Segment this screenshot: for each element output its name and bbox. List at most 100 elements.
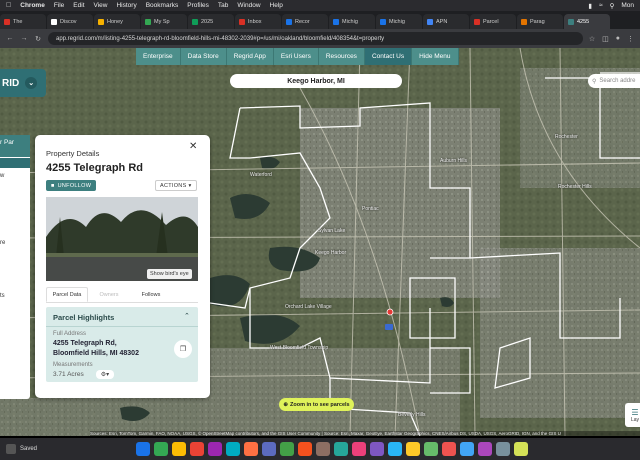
menu-help[interactable]: Help: [270, 2, 283, 9]
reload-icon[interactable]: ↻: [34, 35, 42, 43]
dock-app-icon[interactable]: [496, 442, 510, 456]
browser-tab[interactable]: Inbox: [235, 14, 281, 29]
tab-parcel-data[interactable]: Parcel Data: [46, 287, 88, 302]
unfollow-button[interactable]: ■ UNFOLLOW: [46, 180, 97, 191]
highlights-title[interactable]: Parcel Highlights: [53, 313, 114, 322]
address-search-placeholder: Search addre: [599, 78, 636, 84]
dock-app-icon[interactable]: [370, 442, 384, 456]
layers-button[interactable]: ☰ Lay: [625, 403, 640, 427]
browser-tab[interactable]: The: [0, 14, 46, 29]
forward-icon[interactable]: →: [20, 35, 28, 42]
battery-icon[interactable]: ▮: [588, 2, 592, 10]
actions-button[interactable]: ACTIONS ▾: [155, 180, 197, 191]
browser-tab[interactable]: My Sp: [141, 14, 187, 29]
browser-tab[interactable]: 4255: [564, 14, 610, 29]
side-panel-item[interactable]: w: [0, 173, 4, 179]
browser-tab[interactable]: Michig: [376, 14, 422, 29]
topnav-item[interactable]: Enterprise: [136, 48, 181, 65]
topnav-item[interactable]: Contact Us: [364, 48, 413, 65]
browser-tab[interactable]: Michig: [329, 14, 375, 29]
dock-app-icon[interactable]: [154, 442, 168, 456]
chevron-up-icon[interactable]: ⌃: [184, 312, 190, 320]
dock-app-icon[interactable]: [226, 442, 240, 456]
browser-tab[interactable]: 2025: [188, 14, 234, 29]
dock-app-icon[interactable]: [136, 442, 150, 456]
menu-app-name[interactable]: Chrome: [20, 2, 45, 9]
menu-view[interactable]: View: [94, 2, 108, 9]
browser-tab[interactable]: Parag: [517, 14, 563, 29]
copy-icon[interactable]: ❐: [174, 340, 192, 358]
clock-label[interactable]: Mon: [621, 2, 634, 9]
topnav-item[interactable]: Resources: [319, 48, 365, 65]
topnav-item[interactable]: Regrid App: [227, 48, 274, 65]
browser-tab[interactable]: APN: [423, 14, 469, 29]
side-panel-item[interactable]: ts: [0, 293, 5, 299]
dock-app-icon[interactable]: [172, 442, 186, 456]
back-icon[interactable]: ←: [6, 35, 14, 42]
menu-history[interactable]: History: [116, 2, 136, 9]
extensions-icon[interactable]: ◫: [602, 35, 609, 43]
profile-icon[interactable]: ●: [616, 35, 620, 43]
tab-favicon-icon: [568, 18, 574, 25]
dock-app-icon[interactable]: [406, 442, 420, 456]
dock-app-icon[interactable]: [388, 442, 402, 456]
dock-app-icon[interactable]: [442, 442, 456, 456]
map-label-auburn-hills: Auburn Hills: [440, 158, 467, 164]
menu-window[interactable]: Window: [237, 2, 260, 9]
tab-favicon-icon: [239, 18, 245, 25]
menu-file[interactable]: File: [54, 2, 64, 9]
tab-owners[interactable]: Owners: [88, 287, 130, 302]
dock-app-icon[interactable]: [208, 442, 222, 456]
topnav-item[interactable]: Data Store: [181, 48, 227, 65]
dock-app-icon[interactable]: [334, 442, 348, 456]
dock-app-icon[interactable]: [244, 442, 258, 456]
dock-app-icon[interactable]: [190, 442, 204, 456]
dock-app-icon[interactable]: [514, 442, 528, 456]
regrid-logo[interactable]: RID ⌄: [0, 69, 46, 97]
location-search[interactable]: Keego Harbor, MI: [230, 74, 402, 88]
tab-follows[interactable]: Follows: [130, 287, 172, 302]
tab-favicon-icon: [521, 18, 527, 25]
wifi-icon[interactable]: ≈: [599, 2, 603, 9]
tab-favicon-icon: [98, 18, 104, 25]
address-search-input[interactable]: ⚲ Search addre: [588, 74, 640, 88]
menu-tab[interactable]: Tab: [218, 2, 228, 9]
tab-label: 4255: [577, 18, 590, 25]
gear-icon[interactable]: ⚙▾: [96, 370, 114, 379]
close-icon[interactable]: ✕: [189, 141, 197, 152]
browser-tab[interactable]: Honey: [94, 14, 140, 29]
url-field[interactable]: app.regrid.com/m/listing-4255-telegraph-…: [48, 32, 583, 45]
menu-edit[interactable]: Edit: [73, 2, 84, 9]
zoom-to-parcels-button[interactable]: ⊕ Zoom in to see parcels: [279, 398, 354, 411]
dock-app-icon[interactable]: [424, 442, 438, 456]
topnav-item[interactable]: Hide Menu: [412, 48, 459, 65]
bookmark-star-icon[interactable]: ☆: [589, 35, 595, 43]
saved-indicator[interactable]: Saved: [6, 444, 62, 454]
birds-eye-button[interactable]: Show bird's eye: [147, 269, 192, 279]
more-menu-icon[interactable]: ⋮: [627, 35, 634, 43]
apple-icon[interactable]: : [6, 2, 11, 9]
dock-app-icon[interactable]: [478, 442, 492, 456]
dock-app-icon[interactable]: [280, 442, 294, 456]
photo-thumb-icon: [6, 444, 16, 454]
saved-label: Saved: [20, 446, 38, 452]
menu-bookmarks[interactable]: Bookmarks: [146, 2, 179, 9]
browser-tab[interactable]: Parcel: [470, 14, 516, 29]
dock-app-icon[interactable]: [316, 442, 330, 456]
menu-profiles[interactable]: Profiles: [187, 2, 209, 9]
side-panel-item[interactable]: re: [0, 240, 5, 246]
parcel-marker[interactable]: [386, 308, 394, 316]
browser-tab[interactable]: Recor: [282, 14, 328, 29]
dock-app-icon[interactable]: [460, 442, 474, 456]
full-address-label: Full Address: [53, 331, 87, 337]
dock-app-icon[interactable]: [262, 442, 276, 456]
browser-tab[interactable]: Discov: [47, 14, 93, 29]
chevron-down-icon[interactable]: ⌄: [25, 77, 38, 89]
topnav-item[interactable]: Esri Users: [274, 48, 319, 65]
dock-app-icon[interactable]: [298, 442, 312, 456]
dock-app-icon[interactable]: [352, 442, 366, 456]
tab-label: Recor: [295, 18, 310, 25]
search-icon[interactable]: ⚲: [610, 2, 615, 10]
zoom-button-label: Zoom in to see parcels: [290, 401, 350, 408]
side-panel-selected[interactable]: [0, 158, 30, 168]
